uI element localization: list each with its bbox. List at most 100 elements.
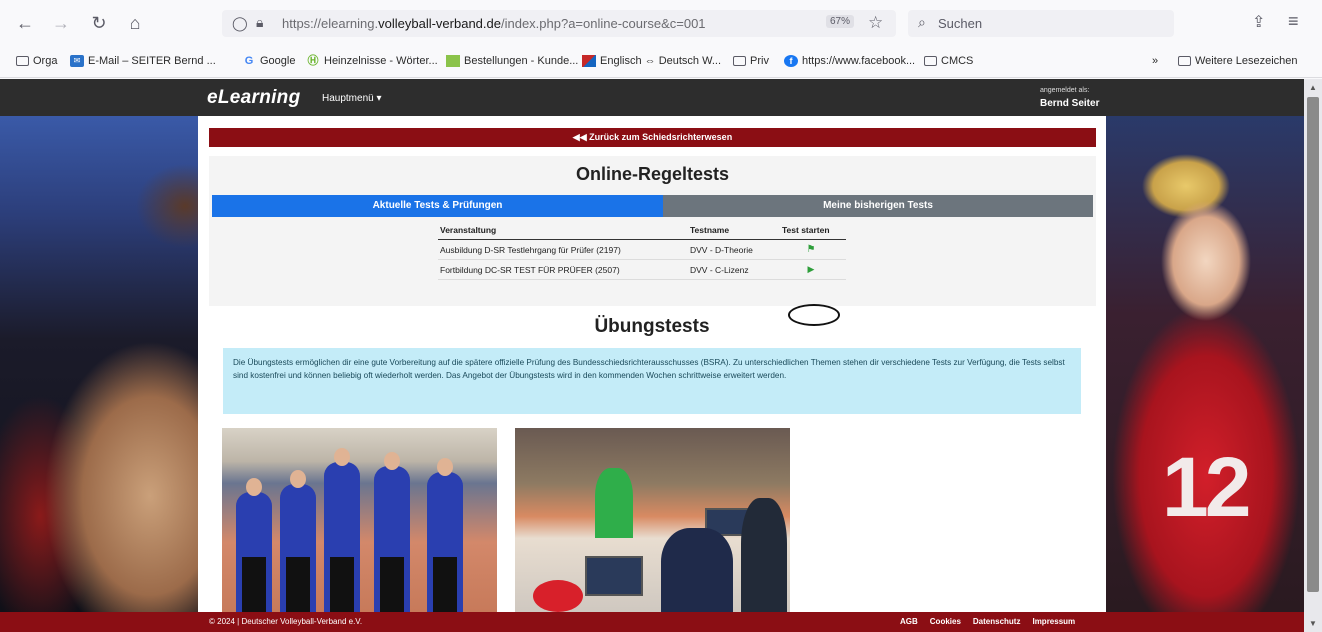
footer-link-impressum[interactable]: Impressum bbox=[1032, 617, 1075, 626]
cell-veranstaltung: Fortbildung DC-SR TEST FÜR PRÜFER (2507) bbox=[438, 259, 688, 280]
photo-figure bbox=[280, 470, 316, 612]
bookmark-facebook[interactable]: f https://www.facebook... bbox=[784, 55, 915, 67]
bookmark-label: Bestellungen - Kunde... bbox=[464, 55, 579, 67]
scroll-down-icon[interactable]: ▼ bbox=[1309, 619, 1317, 628]
photo-figure bbox=[236, 478, 272, 612]
photo-monitor bbox=[585, 556, 643, 596]
site-footer: © 2024 | Deutscher Volleyball-Verband e.… bbox=[0, 612, 1304, 632]
photo-figure bbox=[427, 458, 463, 612]
cell-testname: DVV - D-Theorie bbox=[688, 239, 780, 260]
reload-icon[interactable]: ↻ bbox=[88, 12, 110, 34]
cell-veranstaltung: Ausbildung D-SR Testlehrgang für Prüfer … bbox=[438, 239, 688, 260]
bookmark-google[interactable]: G Google bbox=[242, 55, 296, 67]
tests-table: Veranstaltung Testname Test starten Ausb… bbox=[438, 221, 846, 280]
bookmark-weitere[interactable]: Weitere Lesezeichen bbox=[1178, 55, 1298, 67]
folder-icon bbox=[733, 56, 746, 66]
table-row: Fortbildung DC-SR TEST FÜR PRÜFER (2507)… bbox=[438, 259, 846, 280]
bookmarks-overflow[interactable]: » bbox=[1148, 55, 1162, 67]
copyright-text: © 2024 | Deutscher Volleyball-Verband e.… bbox=[209, 617, 363, 626]
online-tests-section: Online-Regeltests Aktuelle Tests & Prüfu… bbox=[209, 156, 1096, 306]
search-placeholder: Suchen bbox=[938, 16, 983, 31]
table-row: Ausbildung D-SR Testlehrgang für Prüfer … bbox=[438, 239, 846, 260]
zoom-level[interactable]: 67% bbox=[826, 15, 855, 28]
bookmark-label: Google bbox=[260, 55, 296, 67]
start-test-cell: ▶ bbox=[780, 259, 846, 280]
forward-arrow-icon[interactable]: → bbox=[50, 12, 72, 34]
login-label: angemeldet als: bbox=[1040, 87, 1090, 94]
cell-testname: DVV - C-Lizenz bbox=[688, 259, 780, 280]
background-photo-left bbox=[0, 116, 198, 612]
footer-link-agb[interactable]: AGB bbox=[900, 617, 918, 626]
home-icon[interactable]: ⌂ bbox=[124, 12, 146, 34]
back-arrow-icon[interactable]: ← bbox=[14, 12, 36, 34]
footer-link-datenschutz[interactable]: Datenschutz bbox=[973, 617, 1021, 626]
shield-icon[interactable]: ◯ bbox=[232, 15, 248, 31]
bookmark-label: Priv bbox=[750, 55, 769, 67]
scroll-up-icon[interactable]: ▲ bbox=[1309, 83, 1317, 92]
start-test-cell: ⚑ bbox=[780, 239, 846, 260]
scorer-table-photo[interactable] bbox=[515, 428, 790, 612]
page-viewport: eLearning Hauptmenü ▾ angemeldet als: Be… bbox=[0, 79, 1304, 632]
search-icon: ⌕ bbox=[918, 14, 926, 30]
heinzelnisse-icon: Ⓗ bbox=[307, 55, 319, 67]
lock-icon[interactable]: 🔒︎ bbox=[256, 14, 272, 32]
share-icon[interactable]: ⇪ bbox=[1252, 12, 1265, 32]
hamburger-menu-icon[interactable]: ≡ bbox=[1288, 11, 1299, 32]
bookmark-label: CMCS bbox=[941, 55, 974, 67]
search-bar[interactable]: ⌕ Suchen bbox=[908, 10, 1174, 37]
page-scrollbar[interactable]: ▲ ▼ bbox=[1304, 79, 1322, 632]
info-box: Die Übungstests ermöglichen dir eine gut… bbox=[223, 348, 1081, 414]
bookmark-englisch[interactable]: Englisch ⇔ Deutsch W... bbox=[582, 55, 721, 67]
bookmark-label: https://www.facebook... bbox=[802, 55, 916, 67]
photo-figure bbox=[374, 452, 410, 612]
folder-icon bbox=[924, 56, 937, 66]
url-text[interactable]: https://elearning.volleyball-verband.de/… bbox=[282, 16, 706, 31]
play-icon[interactable]: ▶ bbox=[808, 264, 815, 275]
scrollbar-thumb[interactable] bbox=[1307, 97, 1319, 592]
list-icon bbox=[446, 55, 460, 67]
referees-photo[interactable] bbox=[222, 428, 497, 612]
tab-current-tests[interactable]: Aktuelle Tests & Prüfungen bbox=[212, 195, 663, 217]
flag-icon[interactable]: ⚑ bbox=[807, 244, 816, 255]
photo-figure bbox=[324, 448, 360, 612]
photo-figure bbox=[741, 498, 787, 612]
bookmark-cmcs[interactable]: CMCS bbox=[924, 55, 973, 67]
bookmark-label: Heinzelnisse - Wörter... bbox=[324, 55, 438, 67]
login-user[interactable]: Bernd Seiter bbox=[1040, 98, 1099, 109]
chevron-double-right-icon: » bbox=[1151, 55, 1159, 67]
site-logo[interactable]: eLearning bbox=[207, 87, 301, 109]
bookmark-label: Orga bbox=[33, 55, 58, 67]
url-bar[interactable]: ◯ 🔒︎ https://elearning.volleyball-verban… bbox=[222, 10, 896, 37]
mail-icon: ✉ bbox=[70, 55, 84, 67]
back-to-referee-link[interactable]: ◀◀ Zurück zum Schiedsrichterwesen bbox=[209, 128, 1096, 147]
tab-past-tests[interactable]: Meine bisherigen Tests bbox=[663, 195, 1093, 217]
bookmark-priv[interactable]: Priv bbox=[733, 55, 769, 67]
page-title: Online-Regeltests bbox=[575, 164, 730, 184]
bookmark-label: E-Mail – SEITER Bernd ... bbox=[88, 55, 216, 67]
url-domain: volleyball-verband.de bbox=[378, 16, 501, 31]
main-menu[interactable]: Hauptmenü ▾ bbox=[322, 93, 382, 104]
column-header: Veranstaltung bbox=[438, 221, 688, 240]
url-prefix: https://elearning. bbox=[282, 16, 379, 31]
column-header: Testname bbox=[688, 221, 780, 240]
bookmark-label: Englisch ⇔ Deutsch W... bbox=[600, 55, 722, 67]
bookmark-email[interactable]: ✉ E-Mail – SEITER Bernd ... bbox=[70, 55, 216, 67]
photo-figure bbox=[661, 528, 733, 612]
section-title-uebungstests: Übungstests bbox=[594, 316, 710, 337]
bookmark-heinzelnisse[interactable]: Ⓗ Heinzelnisse - Wörter... bbox=[306, 55, 438, 67]
bookmark-bestellungen[interactable]: Bestellungen - Kunde... bbox=[446, 55, 578, 67]
main-content: ◀◀ Zurück zum Schiedsrichterwesen Online… bbox=[198, 116, 1106, 612]
flag-icon bbox=[582, 55, 596, 67]
photo-figure bbox=[533, 580, 583, 612]
jersey-number: 12 bbox=[1162, 440, 1251, 534]
browser-toolbar: ← → ↻ ⌂ ◯ 🔒︎ https://elearning.volleybal… bbox=[0, 0, 1322, 46]
folder-icon bbox=[16, 56, 29, 66]
bookmark-orga[interactable]: Orga bbox=[16, 55, 57, 67]
bookmark-star-icon[interactable]: ☆ bbox=[868, 13, 883, 33]
url-suffix: /index.php?a=online-course&c=001 bbox=[500, 16, 706, 31]
footer-link-cookies[interactable]: Cookies bbox=[930, 617, 961, 626]
bookmarks-bar: Orga ✉ E-Mail – SEITER Bernd ... G Google … bbox=[0, 46, 1322, 78]
site-header: eLearning Hauptmenü ▾ angemeldet als: Be… bbox=[0, 79, 1304, 116]
background-photo-right bbox=[1106, 116, 1304, 612]
footer-links: AGB Cookies Datenschutz Impressum bbox=[900, 617, 1075, 626]
